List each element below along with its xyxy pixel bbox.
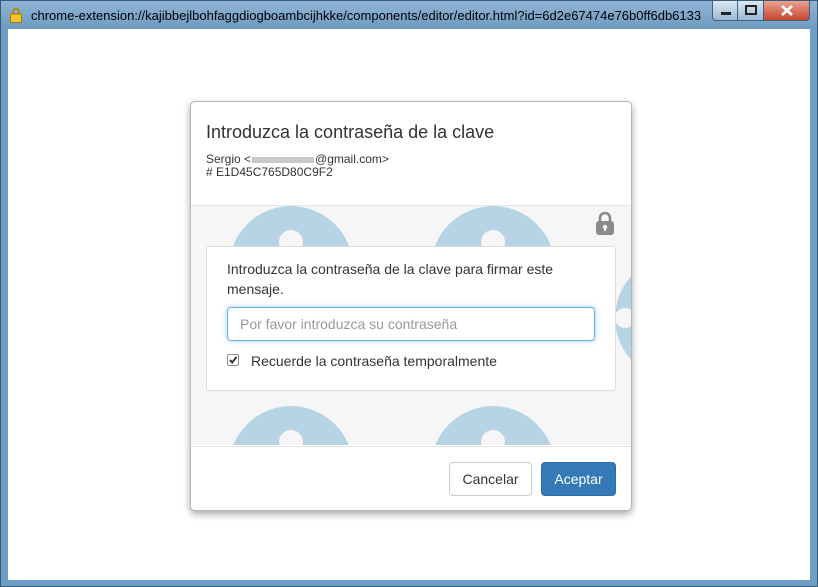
window-title: chrome-extension://kajibbejlbohfaggdiogb…: [31, 8, 701, 23]
dialog-title: Introduzca la contraseña de la clave: [206, 122, 495, 142]
remember-label[interactable]: Recuerde la contraseña temporalmente: [251, 353, 497, 369]
minimize-icon: [721, 12, 731, 15]
page-content: Introduzca la contraseña de la clave Ser…: [8, 29, 810, 580]
minimize-button[interactable]: [712, 1, 738, 21]
remember-checkbox[interactable]: [227, 354, 239, 366]
dialog-footer: Cancelar Aceptar: [191, 446, 631, 510]
redacted-email: [252, 156, 315, 163]
padlock-icon: [10, 7, 22, 23]
key-id: # E1D45C765D80C9F2: [206, 165, 333, 179]
user-email-suffix: @gmail.com>: [315, 152, 389, 166]
cancel-button[interactable]: Cancelar: [449, 462, 532, 496]
password-panel: Introduzca la contraseña de la clave par…: [206, 246, 616, 391]
close-icon: [781, 5, 793, 16]
maximize-button[interactable]: [738, 1, 764, 21]
password-input[interactable]: [227, 307, 595, 341]
dialog-body: Introduzca la contraseña de la clave par…: [191, 206, 631, 445]
password-dialog: Introduzca la contraseña de la clave Ser…: [190, 101, 632, 511]
checkmark-icon: [229, 356, 238, 364]
dialog-message: Introduzca la contraseña de la clave par…: [227, 261, 554, 297]
key-user-id: Sergio < @gmail.com>: [206, 152, 389, 166]
browser-window: chrome-extension://kajibbejlbohfaggdiogb…: [0, 0, 818, 587]
accept-button[interactable]: Aceptar: [541, 462, 616, 496]
close-window-button[interactable]: [764, 1, 810, 21]
maximize-icon: [745, 5, 757, 15]
dialog-header: Introduzca la contraseña de la clave Ser…: [191, 102, 631, 206]
lock-icon: [596, 211, 614, 235]
window-titlebar[interactable]: chrome-extension://kajibbejlbohfaggdiogb…: [1, 1, 817, 29]
user-name: Sergio <: [206, 152, 252, 166]
